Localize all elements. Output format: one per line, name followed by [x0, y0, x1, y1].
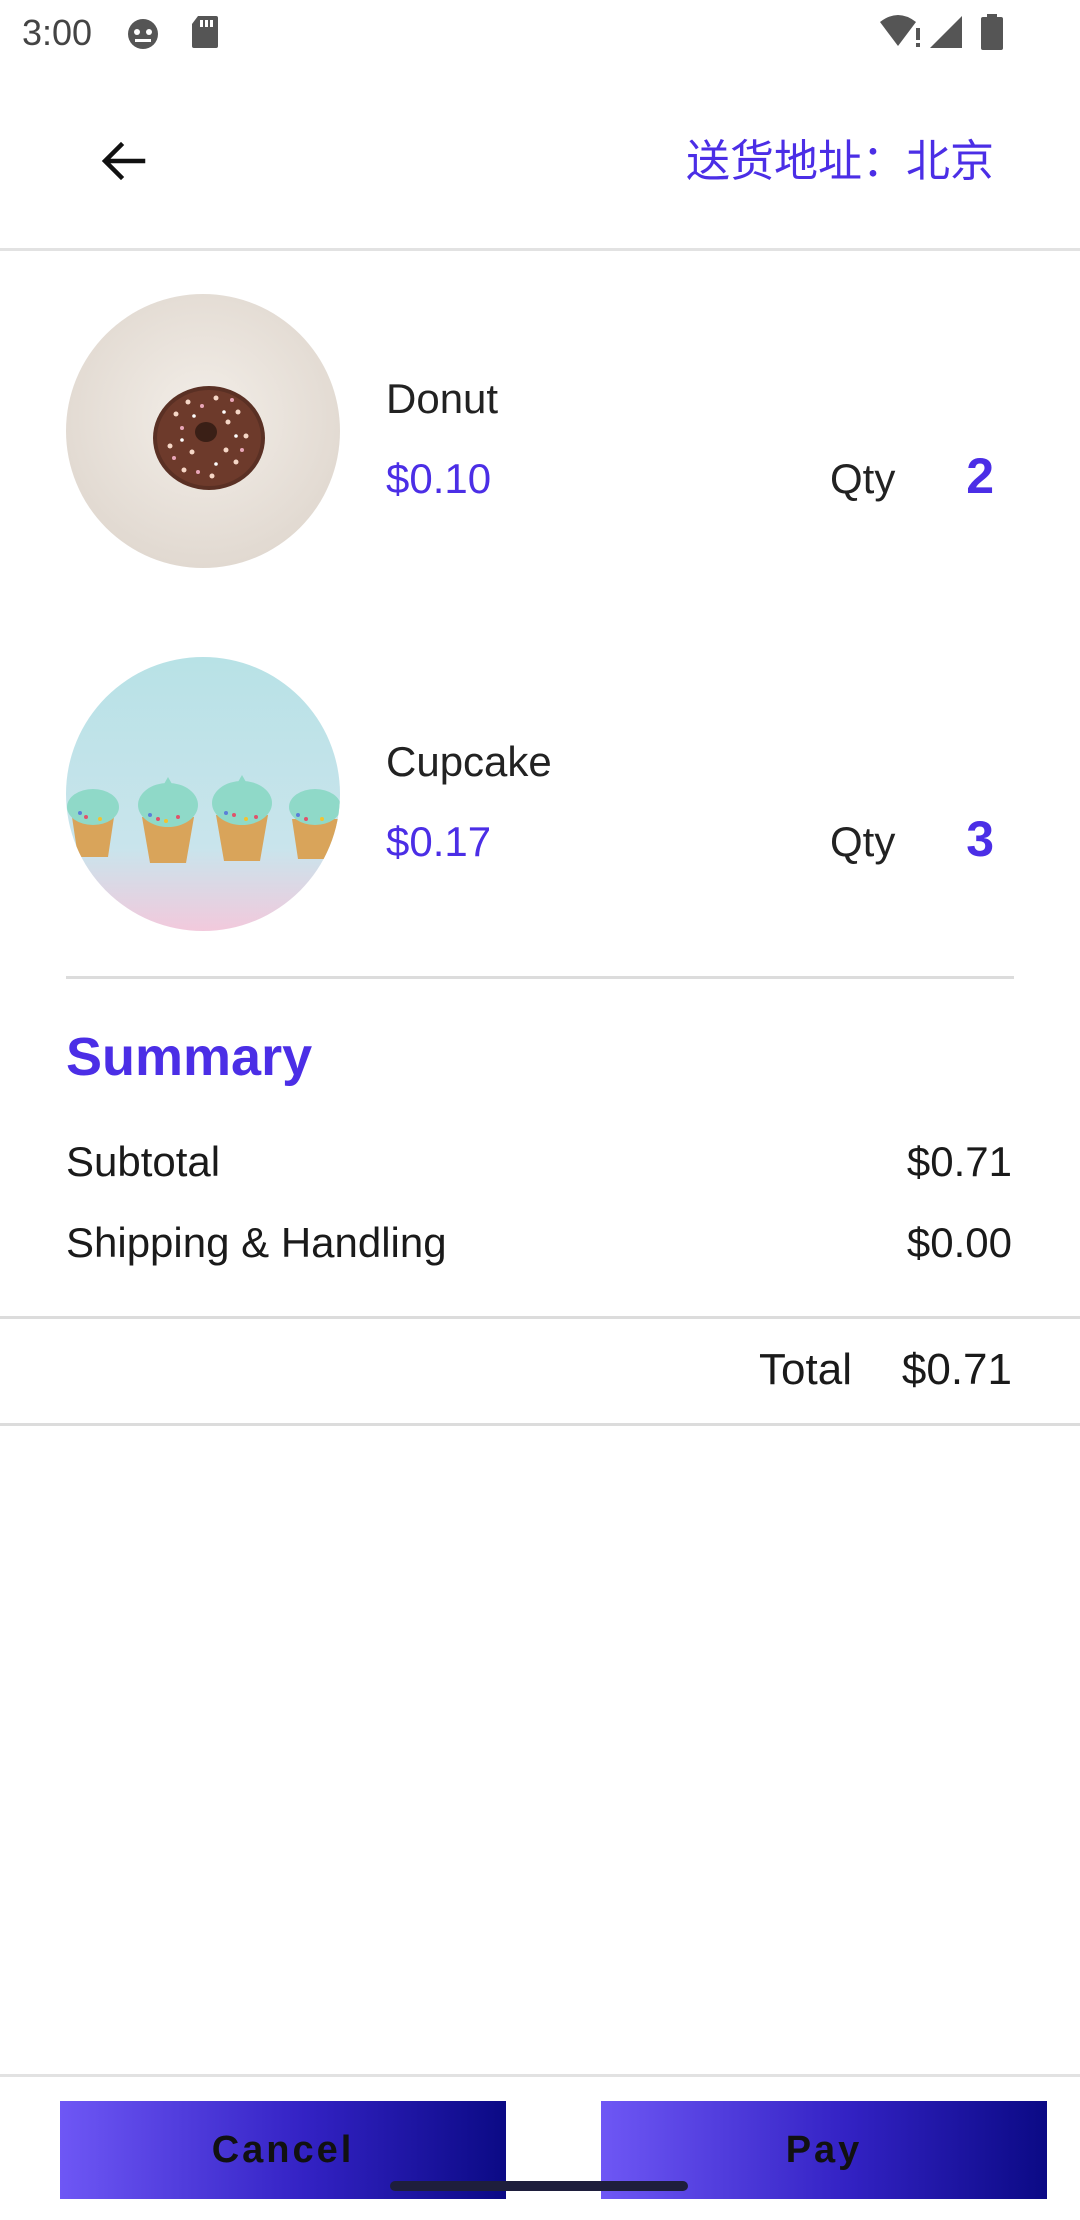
subtotal-label: Subtotal	[66, 1138, 221, 1185]
cart-item: Cupcake $0.17 Qty 3	[0, 657, 1080, 937]
android-debug-icon	[124, 14, 162, 57]
total-label: Total	[759, 1345, 852, 1394]
status-bar: 3:00	[0, 0, 1080, 66]
total-value: $0.71	[901, 1345, 1012, 1394]
shipping-value: $0.00	[906, 1219, 1012, 1266]
cart-item: Donut $0.10 Qty 2	[0, 294, 1080, 574]
arrow-left-icon	[99, 139, 147, 188]
shipping-label: Shipping & Handling	[66, 1219, 447, 1266]
app-bar: 送货地址：北京	[0, 66, 1080, 251]
items-divider	[66, 976, 1014, 979]
signal-icon	[928, 14, 964, 55]
status-time: 3:00	[22, 12, 93, 53]
home-indicator[interactable]	[390, 2181, 688, 2191]
wifi-alert-icon	[880, 14, 922, 55]
sd-card-icon	[190, 14, 220, 55]
shipping-row: Shipping & Handling $0.00	[66, 1213, 1012, 1273]
qty-label: Qty	[830, 455, 896, 502]
subtotal-row: Subtotal $0.71	[66, 1132, 1012, 1192]
cupcake-thumbnail	[66, 657, 340, 931]
donut-thumbnail	[66, 294, 340, 568]
qty-value[interactable]: 2	[966, 446, 994, 506]
total-row: Total $0.71	[0, 1316, 1080, 1426]
item-name: Cupcake	[386, 738, 552, 785]
summary-title: Summary	[66, 1027, 313, 1087]
bottom-action-bar: Cancel Pay	[0, 2074, 1080, 2220]
item-price: $0.17	[386, 818, 492, 865]
subtotal-value: $0.71	[906, 1138, 1012, 1185]
battery-icon	[980, 14, 1004, 55]
item-price: $0.10	[386, 455, 492, 502]
item-name: Donut	[386, 375, 499, 422]
qty-label: Qty	[830, 818, 896, 865]
back-button[interactable]	[86, 126, 160, 200]
qty-value[interactable]: 3	[966, 809, 994, 869]
delivery-address[interactable]: 送货地址：北京	[686, 134, 994, 190]
checkout-screen: 3:00 送货地址：北京 Donut $0.10 Qty 2 Cupcake $…	[0, 0, 1080, 2220]
